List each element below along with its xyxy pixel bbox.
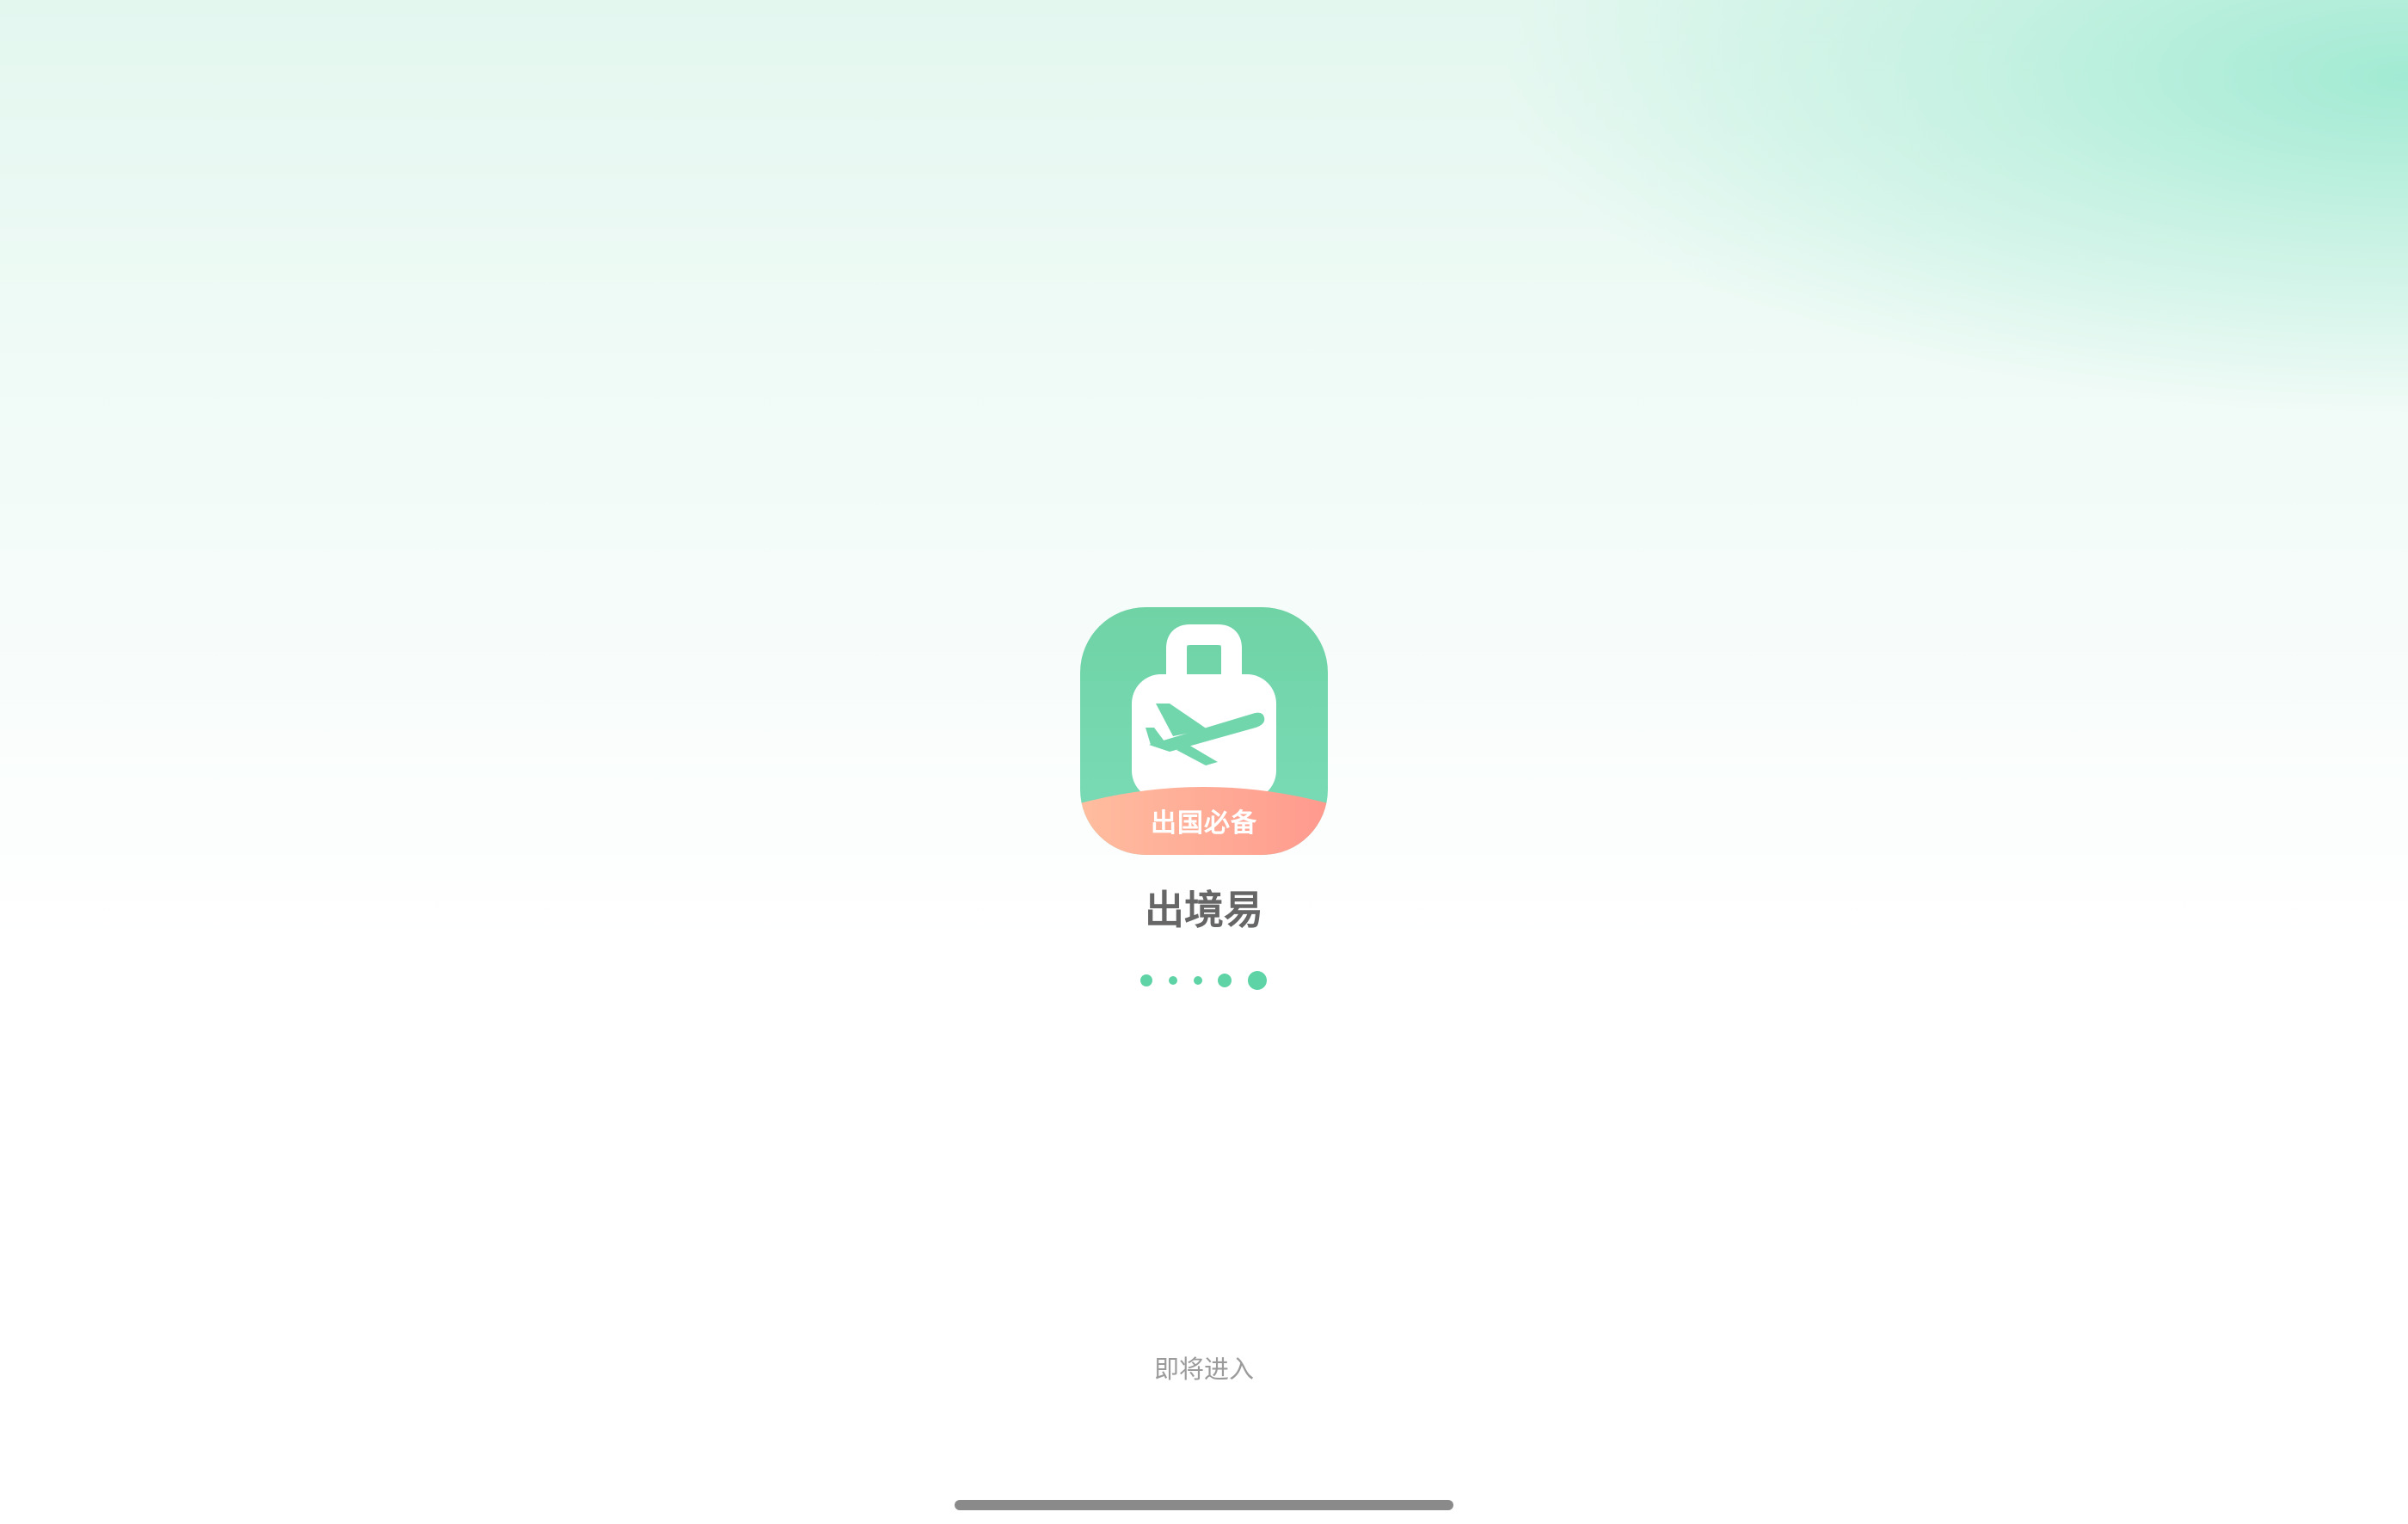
loading-indicator [1118, 963, 1290, 998]
loading-dot [1194, 976, 1202, 985]
icon-badge-text: 出国必备 [1151, 808, 1257, 839]
loading-dot [1140, 974, 1152, 986]
loading-dot [1169, 976, 1177, 985]
loading-dot [1248, 971, 1267, 990]
loading-dot [1218, 974, 1232, 987]
app-name: 出境易 [1145, 887, 1263, 933]
entering-status-text: 即将进入 [1153, 1355, 1254, 1384]
home-indicator[interactable] [955, 1500, 1453, 1510]
app-icon: 出国必备 [1080, 607, 1328, 855]
